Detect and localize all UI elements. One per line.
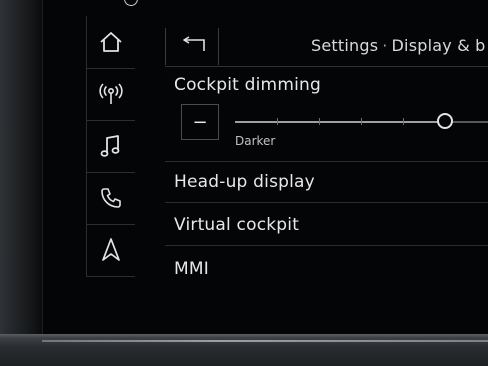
sidebar-item-phone[interactable] <box>86 172 135 225</box>
slider-caption-darker: Darker <box>235 134 276 148</box>
breadcrumb: Settings · Display & b <box>311 36 486 55</box>
slider-tick <box>403 118 404 125</box>
back-arrow-icon <box>177 35 207 58</box>
menu-item-virtual-cockpit[interactable]: Virtual cockpit <box>165 203 488 246</box>
back-button[interactable] <box>165 28 219 65</box>
menu-item-label: Virtual cockpit <box>174 215 300 235</box>
menu-item-label: MMI <box>174 259 209 279</box>
sidebar-item-home[interactable] <box>86 16 135 69</box>
decrease-button[interactable]: − <box>181 104 219 140</box>
header: Settings · Display & b <box>165 28 488 67</box>
phone-icon <box>99 186 123 210</box>
bezel-left <box>0 0 42 366</box>
slider-tick <box>277 118 278 125</box>
music-note-icon <box>100 134 122 158</box>
menu-item-label: Head-up display <box>174 172 315 192</box>
minus-icon: − <box>192 111 208 133</box>
bezel-edge <box>42 340 488 342</box>
slider-thumb[interactable] <box>437 113 453 129</box>
menu-item-head-up-display[interactable]: Head-up display <box>165 161 488 203</box>
slider-tick <box>361 118 362 125</box>
slider-fill <box>235 121 445 123</box>
home-icon <box>99 31 123 53</box>
sidebar-item-radio[interactable] <box>86 68 135 121</box>
navigation-arrow-icon <box>101 237 121 263</box>
radio-antenna-icon <box>98 82 124 106</box>
sidebar-item-navigation[interactable] <box>86 224 135 277</box>
breadcrumb-current: Display & b <box>391 36 486 55</box>
cockpit-dimming-label: Cockpit dimming <box>174 75 321 95</box>
sidebar <box>44 16 135 286</box>
bezel-bottom <box>0 334 488 366</box>
breadcrumb-separator: · <box>382 36 388 55</box>
brightness-slider[interactable] <box>235 113 488 129</box>
sidebar-item-media[interactable] <box>86 120 135 173</box>
menu-item-mmi[interactable]: MMI <box>165 246 488 288</box>
slider-tick <box>319 118 320 125</box>
breadcrumb-root[interactable]: Settings <box>311 36 378 55</box>
